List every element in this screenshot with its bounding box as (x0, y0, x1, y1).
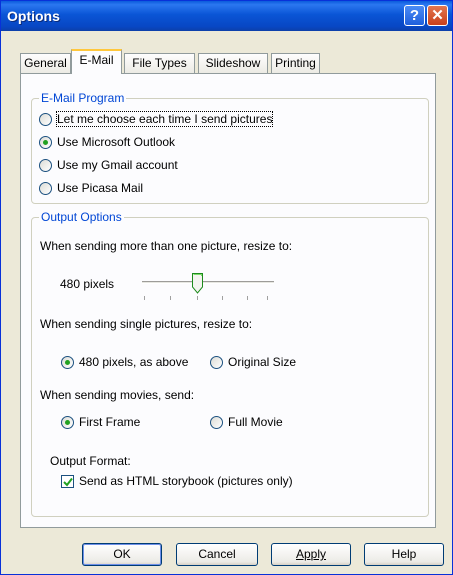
cancel-button[interactable]: Cancel (176, 543, 258, 566)
radio-gmail[interactable] (39, 159, 52, 172)
radio-480-pixels-label[interactable]: 480 pixels, as above (79, 355, 188, 369)
radio-microsoft-outlook-label[interactable]: Use Microsoft Outlook (57, 135, 175, 149)
slider-value-label: 480 pixels (60, 277, 115, 291)
slider-tick (267, 296, 268, 300)
html-storybook-label[interactable]: Send as HTML storybook (pictures only) (79, 474, 293, 488)
output-options-legend: Output Options (39, 210, 124, 224)
close-icon: ✕ (431, 7, 444, 24)
tab-general[interactable]: General (20, 53, 71, 73)
single-picture-resize-label: When sending single pictures, resize to: (40, 317, 253, 331)
window-title: Options (7, 8, 60, 24)
radio-picasa-mail-label[interactable]: Use Picasa Mail (57, 181, 143, 195)
tab-email[interactable]: E-Mail (71, 49, 122, 74)
slider-tick (247, 296, 248, 300)
movies-label: When sending movies, send: (40, 388, 195, 402)
slider-tick (222, 296, 223, 300)
radio-gmail-label[interactable]: Use my Gmail account (57, 158, 178, 172)
title-bar[interactable]: Options ? ✕ (1, 1, 452, 31)
tab-file-types[interactable]: File Types (124, 53, 195, 73)
radio-original-size-label[interactable]: Original Size (228, 355, 296, 369)
email-tab-panel: E-Mail Program Let me choose each time I… (20, 73, 436, 528)
help-title-button[interactable]: ? (404, 5, 425, 26)
slider-thumb[interactable] (192, 273, 203, 294)
slider-track (142, 281, 274, 284)
radio-first-frame[interactable] (61, 416, 74, 429)
ok-button[interactable]: OK (82, 543, 162, 566)
radio-let-me-choose[interactable] (39, 113, 52, 126)
radio-full-movie[interactable] (210, 416, 223, 429)
radio-original-size[interactable] (210, 356, 223, 369)
multi-picture-resize-label: When sending more than one picture, resi… (40, 239, 293, 253)
tab-slideshow[interactable]: Slideshow (198, 53, 268, 73)
slider-tick (144, 296, 145, 300)
options-dialog: Options ? ✕ General E-Mail File Types Sl… (0, 0, 453, 575)
help-button[interactable]: Help (364, 543, 444, 566)
radio-full-movie-label[interactable]: Full Movie (228, 415, 283, 429)
radio-first-frame-label[interactable]: First Frame (79, 415, 140, 429)
close-button[interactable]: ✕ (427, 5, 448, 26)
email-program-group: E-Mail Program Let me choose each time I… (31, 91, 429, 204)
question-icon: ? (409, 7, 420, 24)
tab-printing[interactable]: Printing (271, 53, 320, 73)
resize-slider[interactable] (142, 266, 274, 302)
email-program-legend: E-Mail Program (39, 91, 127, 105)
radio-480-pixels[interactable] (61, 356, 74, 369)
checkmark-icon (63, 477, 73, 487)
radio-microsoft-outlook[interactable] (39, 136, 52, 149)
apply-button[interactable]: Apply (271, 543, 351, 566)
radio-picasa-mail[interactable] (39, 182, 52, 195)
slider-tick (197, 296, 198, 300)
html-storybook-checkbox[interactable] (61, 475, 74, 488)
slider-tick (170, 296, 171, 300)
output-format-label: Output Format: (50, 454, 131, 468)
radio-let-me-choose-label[interactable]: Let me choose each time I send pictures (55, 111, 274, 127)
output-options-group: Output Options When sending more than on… (31, 210, 429, 517)
